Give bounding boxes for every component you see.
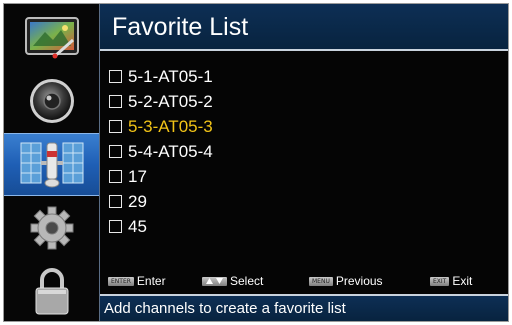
exit-key-icon: EXIT — [430, 276, 450, 286]
satellite-icon — [20, 142, 83, 187]
checkbox[interactable] — [109, 145, 122, 158]
help-enter: ENTER Enter — [108, 274, 166, 288]
header-divider — [100, 49, 508, 51]
checkbox[interactable] — [109, 70, 122, 83]
channel-list: 5-1-AT05-1 5-2-AT05-2 5-3-AT05-3 5-4-AT0… — [106, 64, 506, 239]
channel-item-selected[interactable]: 5-3-AT05-3 — [106, 114, 506, 139]
sidebar-item-sound[interactable] — [4, 70, 99, 132]
help-exit-label: Exit — [452, 274, 473, 288]
checkbox[interactable] — [109, 120, 122, 133]
channel-label: 5-4-AT05-4 — [128, 141, 213, 161]
checkbox[interactable] — [109, 195, 122, 208]
enter-key-icon: ENTER — [108, 276, 134, 286]
checkbox[interactable] — [109, 170, 122, 183]
channel-label: 5-3-AT05-3 — [128, 116, 213, 136]
checkbox[interactable] — [109, 95, 122, 108]
help-enter-label: Enter — [136, 274, 166, 288]
up-arrow-icon — [206, 278, 213, 284]
channel-item[interactable]: 17 — [106, 164, 506, 189]
sidebar-divider — [99, 4, 100, 321]
help-select-label: Select — [230, 274, 264, 288]
channel-label: 29 — [128, 191, 147, 211]
gear-icon — [30, 206, 73, 250]
arrow-keys-icon — [202, 276, 227, 286]
down-arrow-icon — [216, 278, 223, 284]
help-previous: MENU Previous — [309, 274, 383, 288]
sidebar-item-lock[interactable] — [4, 260, 99, 321]
help-select: Select — [202, 274, 263, 288]
lock-icon — [35, 268, 68, 315]
channel-item[interactable]: 5-2-AT05-2 — [106, 89, 506, 114]
channel-item[interactable]: 45 — [106, 214, 506, 239]
page-title: Favorite List — [112, 13, 249, 41]
channel-item[interactable]: 29 — [106, 189, 506, 214]
status-bar: Add channels to create a favorite list — [100, 294, 508, 321]
channel-label: 5-1-AT05-1 — [128, 66, 213, 86]
picture-icon — [24, 17, 79, 59]
channel-item[interactable]: 5-1-AT05-1 — [106, 64, 506, 89]
header-bar: Favorite List — [100, 4, 508, 49]
menu-key-icon: MENU — [309, 276, 333, 286]
channel-label: 45 — [128, 216, 147, 236]
status-message: Add channels to create a favorite list — [104, 300, 346, 317]
checkbox[interactable] — [109, 220, 122, 233]
sidebar-item-channel[interactable] — [4, 133, 99, 196]
sidebar-item-picture[interactable] — [4, 6, 99, 68]
favorite-list-window: Favorite List 5-1-AT05-1 5-2-AT05-2 5-3-… — [3, 3, 509, 322]
menu-sidebar — [4, 4, 99, 321]
help-exit: EXIT Exit — [430, 274, 472, 288]
channel-label: 5-2-AT05-2 — [128, 91, 213, 111]
sidebar-item-settings[interactable] — [4, 197, 99, 259]
channel-label: 17 — [128, 166, 147, 186]
speaker-icon — [29, 79, 74, 123]
help-previous-label: Previous — [335, 274, 383, 288]
channel-item[interactable]: 5-4-AT05-4 — [106, 139, 506, 164]
